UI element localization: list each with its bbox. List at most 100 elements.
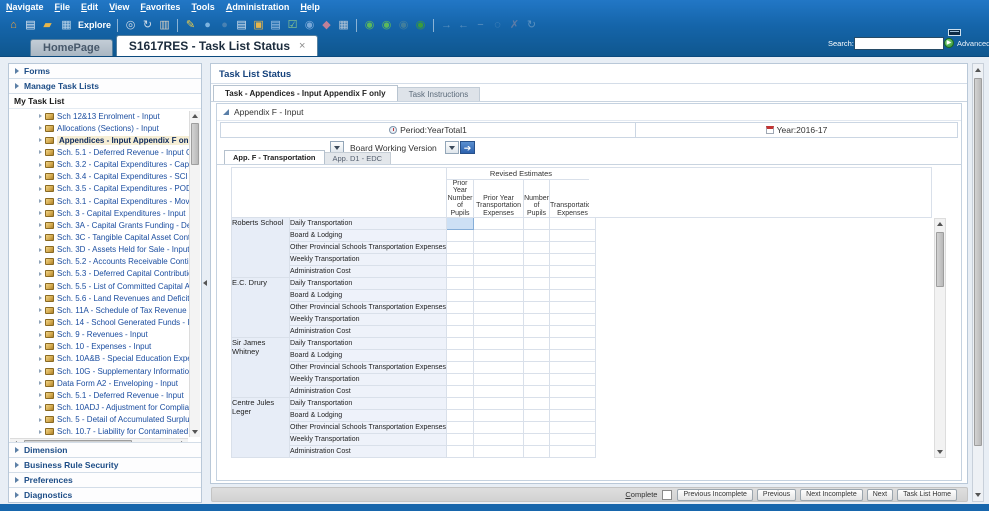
grid-cell[interactable] — [474, 398, 524, 410]
task-tree-item-label[interactable]: Sch. 5.1 - Deferred Revenue - Input Open… — [57, 148, 190, 157]
task-tree-item-label[interactable]: Sch. 5.1 - Deferred Revenue - Input — [57, 391, 184, 400]
task-tree-item-label[interactable]: Appendices - Input Appendix F only — [57, 136, 190, 145]
section-header[interactable]: Appendix F - Input — [223, 107, 303, 117]
grid-cell[interactable] — [474, 266, 524, 278]
task-tree-item-label[interactable]: Sch. 3.5 - Capital Expenditures - POD Ex… — [57, 184, 190, 193]
grid-cell[interactable] — [524, 362, 550, 374]
grid-cell[interactable] — [474, 290, 524, 302]
grid-cell[interactable] — [524, 314, 550, 326]
grid-cell[interactable] — [524, 350, 550, 362]
expand-icon[interactable] — [39, 357, 42, 361]
task-tree-item-label[interactable]: Sch. 3.2 - Capital Expenditures - Capita… — [57, 160, 190, 169]
grid-cell[interactable] — [550, 422, 596, 434]
splitter-collapse-icon[interactable] — [203, 280, 207, 286]
task-tree-item[interactable]: Sch. 10.7 - Liability for Contaminated S… — [10, 426, 190, 438]
menu-file[interactable]: File — [55, 2, 71, 12]
grid-cell[interactable] — [474, 218, 524, 230]
task-tree-item[interactable]: Sch. 14 - School Generated Funds - Input — [10, 316, 190, 328]
task-tree-item[interactable]: Sch. 3C - Tangible Capital Asset Continu… — [10, 231, 190, 243]
lock-icon[interactable]: ▣ — [250, 18, 267, 33]
user-icon[interactable]: ◆ — [318, 18, 335, 33]
zoom-icon[interactable]: ◌ — [489, 18, 506, 33]
grid-cell[interactable] — [524, 446, 550, 458]
task-tree-item-label[interactable]: Sch. 9 - Revenues - Input — [57, 330, 148, 339]
explore-button[interactable]: ▦ — [58, 18, 75, 33]
expand-icon[interactable] — [39, 163, 42, 167]
grid-icon[interactable]: ▦ — [335, 18, 352, 33]
grid-cell[interactable] — [550, 302, 596, 314]
search-input[interactable] — [854, 37, 944, 50]
task-tree-item-label[interactable]: Sch. 10 - Expenses - Input — [57, 342, 151, 351]
grid-cell[interactable] — [550, 374, 596, 386]
tab-task-instructions[interactable]: Task Instructions — [398, 87, 481, 102]
task-tree-item-label[interactable]: Sch. 10G - Supplementary Information on … — [57, 367, 190, 376]
sidebar-section-manage-task-lists[interactable]: Manage Task Lists — [9, 79, 201, 94]
expand-icon[interactable] — [15, 447, 19, 453]
advanced-search-icon[interactable]: ▶ — [944, 38, 954, 48]
grid-cell[interactable] — [524, 410, 550, 422]
scroll-down-icon[interactable] — [192, 430, 198, 434]
launch-all-icon[interactable]: ◉ — [378, 18, 395, 33]
grid-cell[interactable] — [474, 422, 524, 434]
grid-cell[interactable] — [447, 242, 474, 254]
task-tree-item[interactable]: Sch. 5.5 - List of Committed Capital Amt… — [10, 280, 190, 292]
home-icon[interactable]: ⌂ — [5, 18, 22, 33]
task-tree-item-label[interactable]: Sch. 5.5 - List of Committed Capital Amt… — [57, 282, 190, 291]
info-icon[interactable]: ◉ — [301, 18, 318, 33]
tab-task-appendices-input-appendix-f-only[interactable]: Task - Appendices - Input Appendix F onl… — [213, 85, 398, 102]
grid-cell[interactable] — [447, 422, 474, 434]
grid-cell[interactable] — [447, 266, 474, 278]
expand-icon[interactable] — [39, 320, 42, 324]
task-tree-item[interactable]: Sch. 5 - Detail of Accumulated Surplus (… — [10, 414, 190, 426]
print-icon[interactable]: ▥ — [156, 18, 173, 33]
task-tree-item[interactable]: Sch. 11A - Schedule of Tax Revenue - Inp… — [10, 304, 190, 316]
grid-cell[interactable] — [550, 218, 596, 230]
grid-cell[interactable] — [524, 230, 550, 242]
task-tree-item-label[interactable]: Sch 12&13 Enrolment - Input — [57, 112, 160, 121]
grid-cell[interactable] — [524, 242, 550, 254]
expand-icon[interactable] — [39, 272, 42, 276]
grid-cell[interactable] — [447, 302, 474, 314]
expand-icon[interactable] — [15, 492, 19, 498]
expand-icon[interactable] — [15, 462, 19, 468]
redo-icon[interactable]: ↻ — [523, 18, 540, 33]
refresh-icon[interactable]: ↻ — [139, 18, 156, 33]
grid-cell[interactable] — [447, 338, 474, 350]
task-tree-item-label[interactable]: Data Form A2 - Enveloping - Input — [57, 379, 178, 388]
grid-cell[interactable] — [550, 362, 596, 374]
complete-checkbox[interactable] — [662, 490, 672, 500]
task-tree-item-label[interactable]: Sch. 3A - Capital Grants Funding - Defer… — [57, 221, 190, 230]
tree-vertical-scrollbar[interactable] — [189, 111, 200, 437]
grid-cell[interactable] — [524, 218, 550, 230]
grid-column-header[interactable]: Number of Pupils — [524, 180, 550, 218]
scroll-thumb[interactable] — [936, 232, 944, 287]
new-task-icon[interactable]: ● — [199, 18, 216, 33]
grid-cell[interactable] — [550, 434, 596, 446]
export-icon[interactable]: ◉ — [412, 18, 429, 33]
stop-icon[interactable]: ◉ — [395, 18, 412, 33]
task-tree-item-label[interactable]: Sch. 5.2 - Accounts Receivable Continuit… — [57, 257, 190, 266]
grid-vertical-scrollbar[interactable] — [934, 218, 946, 458]
menu-view[interactable]: View — [109, 2, 129, 12]
expand-icon[interactable] — [39, 199, 42, 203]
grid-cell[interactable] — [524, 266, 550, 278]
grid-cell[interactable] — [447, 314, 474, 326]
task-tree-item-label[interactable]: Sch. 5 - Detail of Accumulated Surplus (… — [57, 415, 190, 424]
explore-label[interactable]: Explore — [78, 20, 111, 30]
task-tree-item[interactable]: Sch. 10A&B - Special Education Expenses … — [10, 353, 190, 365]
task-tree-item[interactable]: Sch. 5.6 - Land Revenues and Deficit - I… — [10, 292, 190, 304]
task-tree-item[interactable]: Sch. 10G - Supplementary Information on … — [10, 365, 190, 377]
grid-cell[interactable] — [550, 230, 596, 242]
menu-navigate[interactable]: Navigate — [6, 2, 44, 12]
grid-cell[interactable] — [447, 434, 474, 446]
find-icon[interactable]: ◎ — [122, 18, 139, 33]
task-tree-item[interactable]: Sch. 3 - Capital Expenditures - Input — [10, 207, 190, 219]
expand-icon[interactable] — [15, 68, 19, 74]
copy-task-icon[interactable]: ● — [216, 18, 233, 33]
grid-cell[interactable] — [550, 278, 596, 290]
grid-cell[interactable] — [550, 350, 596, 362]
expand-icon[interactable] — [39, 284, 42, 288]
task-tree-item[interactable]: Sch. 3.2 - Capital Expenditures - Capita… — [10, 159, 190, 171]
grid-cell[interactable] — [550, 242, 596, 254]
task-list-icon[interactable]: ▤ — [267, 18, 284, 33]
